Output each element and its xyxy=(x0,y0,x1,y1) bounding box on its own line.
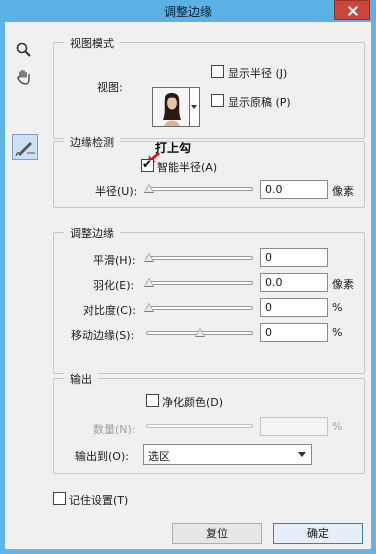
window-title: 调整边缘 xyxy=(163,5,212,19)
chevron-down-icon xyxy=(298,452,306,457)
radius-slider[interactable] xyxy=(144,181,253,197)
radius-label: 半径(U): xyxy=(95,185,138,198)
shift-edge-label: 移动边缘(S): xyxy=(71,329,135,342)
smooth-slider-thumb[interactable] xyxy=(144,253,154,262)
output-legend: 输出 xyxy=(64,371,98,387)
shift-edge-input[interactable]: 0 xyxy=(260,323,328,342)
edge-detection-legend: 边缘检测 xyxy=(64,134,120,150)
radius-unit: 像素 xyxy=(332,185,354,198)
hand-icon[interactable] xyxy=(15,68,33,86)
output-to-select[interactable]: 选区 xyxy=(143,444,312,465)
shift-edge-slider[interactable] xyxy=(146,325,253,341)
view-preview-thumbnail[interactable] xyxy=(152,87,190,127)
feather-slider[interactable] xyxy=(144,275,253,291)
show-radius-checkbox[interactable] xyxy=(211,65,224,78)
smooth-label: 平滑(H): xyxy=(93,254,136,267)
decontaminate-checkbox[interactable] xyxy=(146,394,159,407)
show-original-label: 显示原稿 (P) xyxy=(228,96,291,109)
amount-slider xyxy=(146,418,253,434)
remember-settings-checkbox[interactable] xyxy=(53,492,66,505)
title-bar: 调整边缘 xyxy=(0,0,376,22)
contrast-slider-track xyxy=(146,306,253,310)
smart-radius-checkbox[interactable] xyxy=(141,157,154,172)
amount-slider-track xyxy=(146,424,253,428)
feather-slider-track xyxy=(146,281,253,285)
feather-slider-thumb[interactable] xyxy=(144,278,154,287)
dialog-body: 视图模式 视图: 显示半径 (J) 显示原稿 (P) 打上勾 边缘检测 智能半径… xyxy=(5,22,371,549)
smooth-slider-track xyxy=(146,256,253,260)
view-label: 视图: xyxy=(97,81,123,94)
remember-settings-label: 记住设置(T) xyxy=(69,494,129,507)
show-radius-label: 显示半径 (J) xyxy=(228,67,288,80)
ok-button[interactable]: 确定 xyxy=(273,523,363,544)
contrast-input[interactable]: 0 xyxy=(260,298,328,317)
contrast-slider-thumb[interactable] xyxy=(144,303,154,312)
show-original-checkbox[interactable] xyxy=(211,94,224,107)
amount-label: 数量(N): xyxy=(93,423,136,436)
feather-label: 羽化(E): xyxy=(93,279,135,292)
radius-input[interactable]: 0.0 xyxy=(260,180,328,199)
decontaminate-label: 净化颜色(D) xyxy=(162,396,224,409)
output-to-label: 输出到(O): xyxy=(75,450,129,463)
radius-slider-thumb[interactable] xyxy=(144,184,154,193)
close-icon[interactable] xyxy=(334,0,370,20)
feather-unit: 像素 xyxy=(332,278,354,291)
contrast-slider[interactable] xyxy=(144,300,253,316)
adjust-edge-legend: 调整边缘 xyxy=(64,225,120,241)
reset-button[interactable]: 复位 xyxy=(172,523,262,544)
shift-edge-unit: % xyxy=(332,326,343,339)
smart-radius-label: 智能半径(A) xyxy=(157,161,218,174)
amount-input xyxy=(260,417,328,436)
smooth-input[interactable]: 0 xyxy=(260,248,328,267)
contrast-unit: % xyxy=(332,301,343,314)
shift-edge-slider-thumb[interactable] xyxy=(195,328,205,337)
feather-input[interactable]: 0.0 xyxy=(260,273,328,292)
smooth-slider[interactable] xyxy=(144,250,253,266)
refine-brush-icon[interactable] xyxy=(12,134,38,160)
contrast-label: 对比度(C): xyxy=(83,304,136,317)
view-mode-dropdown-button[interactable] xyxy=(190,87,200,127)
chevron-down-icon xyxy=(191,105,197,109)
view-mode-legend: 视图模式 xyxy=(64,35,120,51)
output-to-value: 选区 xyxy=(148,450,170,463)
zoom-icon[interactable] xyxy=(15,42,33,60)
radius-slider-track xyxy=(146,187,253,191)
amount-unit: % xyxy=(332,420,343,433)
